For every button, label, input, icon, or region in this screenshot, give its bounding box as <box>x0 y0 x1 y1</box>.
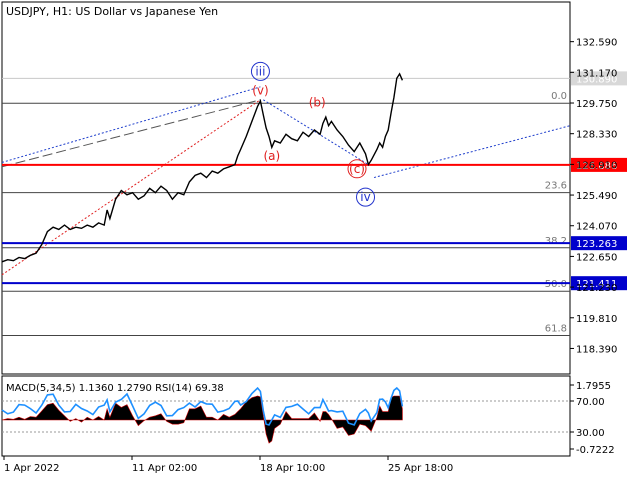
indicator-tick-label: -0.7222 <box>576 445 615 456</box>
wave-label: (c) <box>349 162 365 176</box>
wave-label: iv <box>360 190 370 204</box>
price-tick-label: 119.810 <box>576 314 617 325</box>
usdjpy-chart: 0.023.638.250.061.8 130.890126.886123.26… <box>1 1 627 474</box>
fib-level-label: 61.8 <box>545 323 567 334</box>
price-panel <box>1 1 571 375</box>
indicator-tick-label: 70.00 <box>576 397 605 408</box>
price-tick-label: 126.910 <box>576 160 617 171</box>
fib-level-label: 50.0 <box>545 279 567 290</box>
fib-level-label: 38.2 <box>545 236 567 247</box>
fib-level-label: 23.6 <box>545 181 567 192</box>
time-tick-label: 25 Apr 18:00 <box>388 463 453 474</box>
level-price-label: 123.263 <box>576 239 617 250</box>
price-tick-label: 125.490 <box>576 191 617 202</box>
indicator-label: MACD(5,34,5) 1.1360 1.2790 RSI(14) 69.38 <box>6 383 224 394</box>
time-tick-label: 1 Apr 2022 <box>4 463 59 474</box>
chart-title: USDJPY, H1: US Dollar vs Japanese Yen <box>6 5 218 18</box>
price-tick-label: 131.170 <box>576 68 617 79</box>
time-tick-label: 11 Apr 02:00 <box>132 463 197 474</box>
wave-label: (a) <box>263 149 280 163</box>
wave-label: iii <box>255 64 265 78</box>
price-tick-label: 128.330 <box>576 130 617 141</box>
indicator-tick-label: 30.00 <box>576 428 605 439</box>
price-tick-label: 129.750 <box>576 99 617 110</box>
wave-label: (v) <box>252 84 268 98</box>
indicator-tick-label: 1.7955 <box>576 381 611 392</box>
price-tick-label: 132.590 <box>576 38 617 49</box>
price-tick-label: 124.070 <box>576 222 617 233</box>
fib-level-label: 0.0 <box>551 91 567 102</box>
time-tick-label: 18 Apr 10:00 <box>260 463 325 474</box>
price-tick-label: 122.650 <box>576 252 617 263</box>
price-tick-label: 118.390 <box>576 344 617 355</box>
price-tick-label: 121.230 <box>576 283 617 294</box>
wave-label: (b) <box>309 96 326 110</box>
